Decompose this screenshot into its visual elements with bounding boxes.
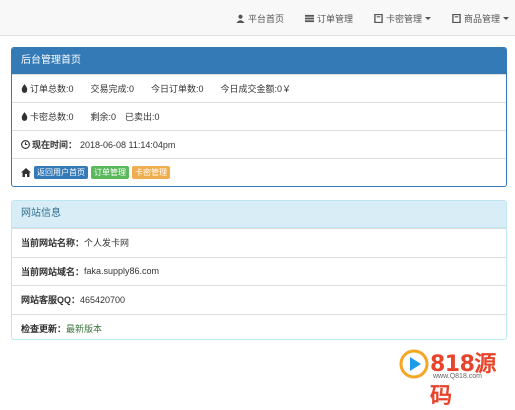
watermark-logo: 818源码 www.Q818.com	[397, 345, 515, 409]
update-label: 检查更新：	[21, 323, 67, 334]
stat-order-total: 订单总数:0	[21, 82, 74, 95]
time-label: 现在时间：	[32, 140, 78, 150]
update-row: 检查更新： 最新版本	[12, 313, 506, 340]
admin-panel-title: 后台管理首页	[12, 48, 506, 74]
nav-item-platform-home[interactable]: 平台首页	[236, 12, 284, 25]
stat-remaining: 剩余:0	[90, 112, 117, 122]
stat-card-total: 卡密总数:0	[21, 110, 74, 123]
chevron-down-icon	[424, 16, 431, 20]
site-info-panel: 网站信息 当前网站名称： 个人发卡网 当前网站域名： faka.supply86…	[11, 200, 507, 340]
quick-links-row: 返回用户首页 订单管理 卡密管理	[12, 158, 506, 186]
time-value: 2018-06-08 11:14:04pm	[80, 139, 176, 150]
site-name-value: 个人发卡网	[84, 238, 130, 249]
back-user-home-button[interactable]: 返回用户首页	[34, 166, 88, 179]
site-domain-value: faka.supply86.com	[84, 266, 160, 277]
update-status-link[interactable]: 最新版本	[66, 322, 102, 335]
nav-menu: 平台首页 订单管理 卡密管理 商品管理	[215, 0, 509, 36]
site-qq-row: 网站客服QQ： 465420700	[12, 285, 506, 314]
clock-icon	[21, 140, 30, 149]
stat-today-amount: 今日成交金额:0￥	[220, 84, 292, 94]
card-stats-row: 卡密总数:0 剩余:0 已卖出:0	[12, 102, 506, 130]
nav-item-label: 订单管理	[316, 13, 353, 24]
admin-panel: 后台管理首页 订单总数:0 交易完成:0 今日订单数:0 今日成交金额:0￥ 卡…	[11, 47, 507, 187]
site-name-row: 当前网站名称： 个人发卡网	[12, 228, 506, 257]
nav-item-label: 商品管理	[463, 13, 500, 24]
user-icon	[236, 14, 245, 23]
chevron-down-icon	[503, 16, 509, 20]
nav-item-orders[interactable]: 订单管理	[304, 12, 353, 25]
book-icon	[452, 13, 461, 23]
site-qq-value: 465420700	[80, 294, 126, 305]
nav-item-label: 卡密管理	[385, 13, 422, 24]
book-icon	[374, 13, 383, 23]
top-navbar: 平台首页 订单管理 卡密管理 商品管理	[0, 0, 515, 36]
drop-icon	[21, 84, 28, 93]
stat-sold: 已卖出:0	[125, 112, 160, 122]
nav-item-label: 平台首页	[247, 13, 284, 24]
stat-trades-done: 交易完成:0	[90, 84, 135, 94]
drop-icon	[21, 112, 28, 121]
watermark-url: www.Q818.com	[433, 373, 483, 380]
site-domain-label: 当前网站域名：	[21, 266, 85, 277]
play-logo-icon	[399, 349, 429, 379]
site-domain-row: 当前网站域名： faka.supply86.com	[12, 256, 506, 286]
site-qq-label: 网站客服QQ：	[21, 295, 81, 306]
stat-today-orders: 今日订单数:0	[151, 84, 204, 94]
order-stats-row: 订单总数:0 交易完成:0 今日订单数:0 今日成交金额:0￥	[12, 74, 506, 102]
home-icon	[21, 168, 31, 177]
time-row: 现在时间： 2018-06-08 11:14:04pm	[12, 130, 506, 158]
nav-item-products[interactable]: 商品管理	[452, 12, 509, 25]
list-icon	[304, 14, 314, 22]
site-info-title: 网站信息	[12, 201, 506, 228]
card-manage-button[interactable]: 卡密管理	[132, 166, 170, 179]
order-manage-button[interactable]: 订单管理	[91, 166, 129, 179]
site-name-label: 当前网站名称：	[21, 238, 85, 249]
nav-item-cards[interactable]: 卡密管理	[374, 12, 431, 25]
